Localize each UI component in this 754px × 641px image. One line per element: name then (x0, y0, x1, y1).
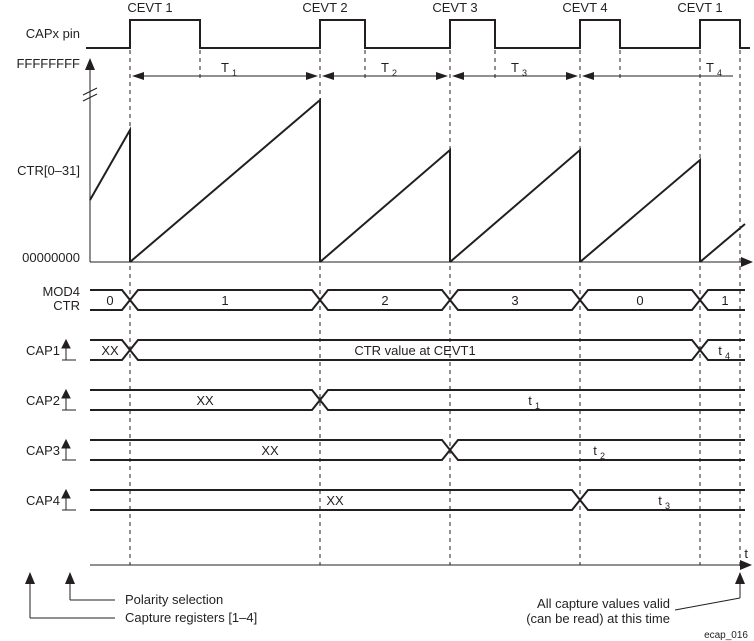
cap3-s1: t (593, 443, 597, 458)
svg-text:t: t (744, 546, 748, 561)
cap2-s1: t (528, 393, 532, 408)
cap1-polarity-icon (62, 340, 76, 360)
cap2-lane (90, 390, 745, 410)
cap2-label: CAP2 (26, 393, 60, 408)
mod4-v4: 0 (636, 293, 643, 308)
cap4-polarity-icon (62, 490, 76, 510)
cap4-s0: XX (326, 493, 344, 508)
cap3-s0: XX (261, 443, 279, 458)
counter-y-axis (83, 58, 97, 262)
timing-diagram: CEVT 1 CEVT 2 CEVT 3 CEVT 4 CEVT 1 CAPx … (0, 0, 754, 641)
cap3-polarity-icon (62, 440, 76, 460)
valid-note-l2: (can be read) at this time (526, 611, 670, 626)
cap3-s1-sub: 2 (600, 451, 605, 461)
mod4-label-1: MOD4 (42, 284, 80, 299)
svg-text:T: T (511, 60, 519, 75)
cap4-label: CAP4 (26, 493, 60, 508)
capreg-note: Capture registers [1–4] (125, 610, 257, 625)
capx-pin-label: CAPx pin (26, 26, 80, 41)
mod4-v1: 1 (221, 293, 228, 308)
mod4-v2: 2 (381, 293, 388, 308)
valid-arrow (735, 572, 745, 598)
event-label-4: CEVT 4 (562, 0, 607, 15)
polarity-note: Polarity selection (125, 592, 223, 607)
valid-note-l1: All capture values valid (537, 596, 670, 611)
mod4-v5: 1 (721, 293, 728, 308)
counter-max-label: FFFFFFFF (16, 56, 80, 71)
mod4-v0: 0 (106, 293, 113, 308)
cap1-s2: t (718, 343, 722, 358)
svg-text:2: 2 (392, 68, 397, 78)
cap2-s0: XX (196, 393, 214, 408)
event-label-3: CEVT 3 (432, 0, 477, 15)
mod4-label-2: CTR (53, 298, 80, 313)
svg-text:T: T (706, 60, 714, 75)
cap3-label: CAP3 (26, 443, 60, 458)
counter-name-label: CTR[0–31] (17, 163, 80, 178)
capx-waveform (86, 20, 750, 48)
svg-text:T: T (221, 60, 229, 75)
counter-min-label: 00000000 (22, 250, 80, 265)
period-arrows: T 1 T 2 T 3 T 4 (132, 60, 733, 80)
cap3-lane (90, 440, 745, 460)
cap2-polarity-icon (62, 390, 76, 410)
event-label-1: CEVT 1 (127, 0, 172, 15)
cap1-label: CAP1 (26, 343, 60, 358)
counter-ramps (90, 100, 745, 262)
svg-text:T: T (381, 60, 389, 75)
svg-text:3: 3 (522, 68, 527, 78)
cap4-s1-sub: 3 (665, 501, 670, 511)
mod4-lane (90, 290, 745, 310)
svg-text:1: 1 (232, 68, 237, 78)
footer-id: ecap_016 (704, 630, 748, 641)
event-label-5: CEVT 1 (677, 0, 722, 15)
cap4-s1: t (658, 493, 662, 508)
cap1-s2-sub: 4 (725, 351, 730, 361)
cap2-s1-sub: 1 (535, 401, 540, 411)
counter-x-axis (90, 257, 753, 267)
cap1-s0: XX (101, 343, 119, 358)
cap1-s1: CTR value at CEVT1 (354, 343, 475, 358)
mod4-v3: 3 (511, 293, 518, 308)
time-axis: t (90, 546, 752, 570)
event-label-2: CEVT 2 (302, 0, 347, 15)
svg-text:4: 4 (717, 68, 722, 78)
cap4-lane (90, 490, 745, 510)
valid-note-connector (675, 598, 740, 610)
note-arrows-left (25, 572, 115, 618)
